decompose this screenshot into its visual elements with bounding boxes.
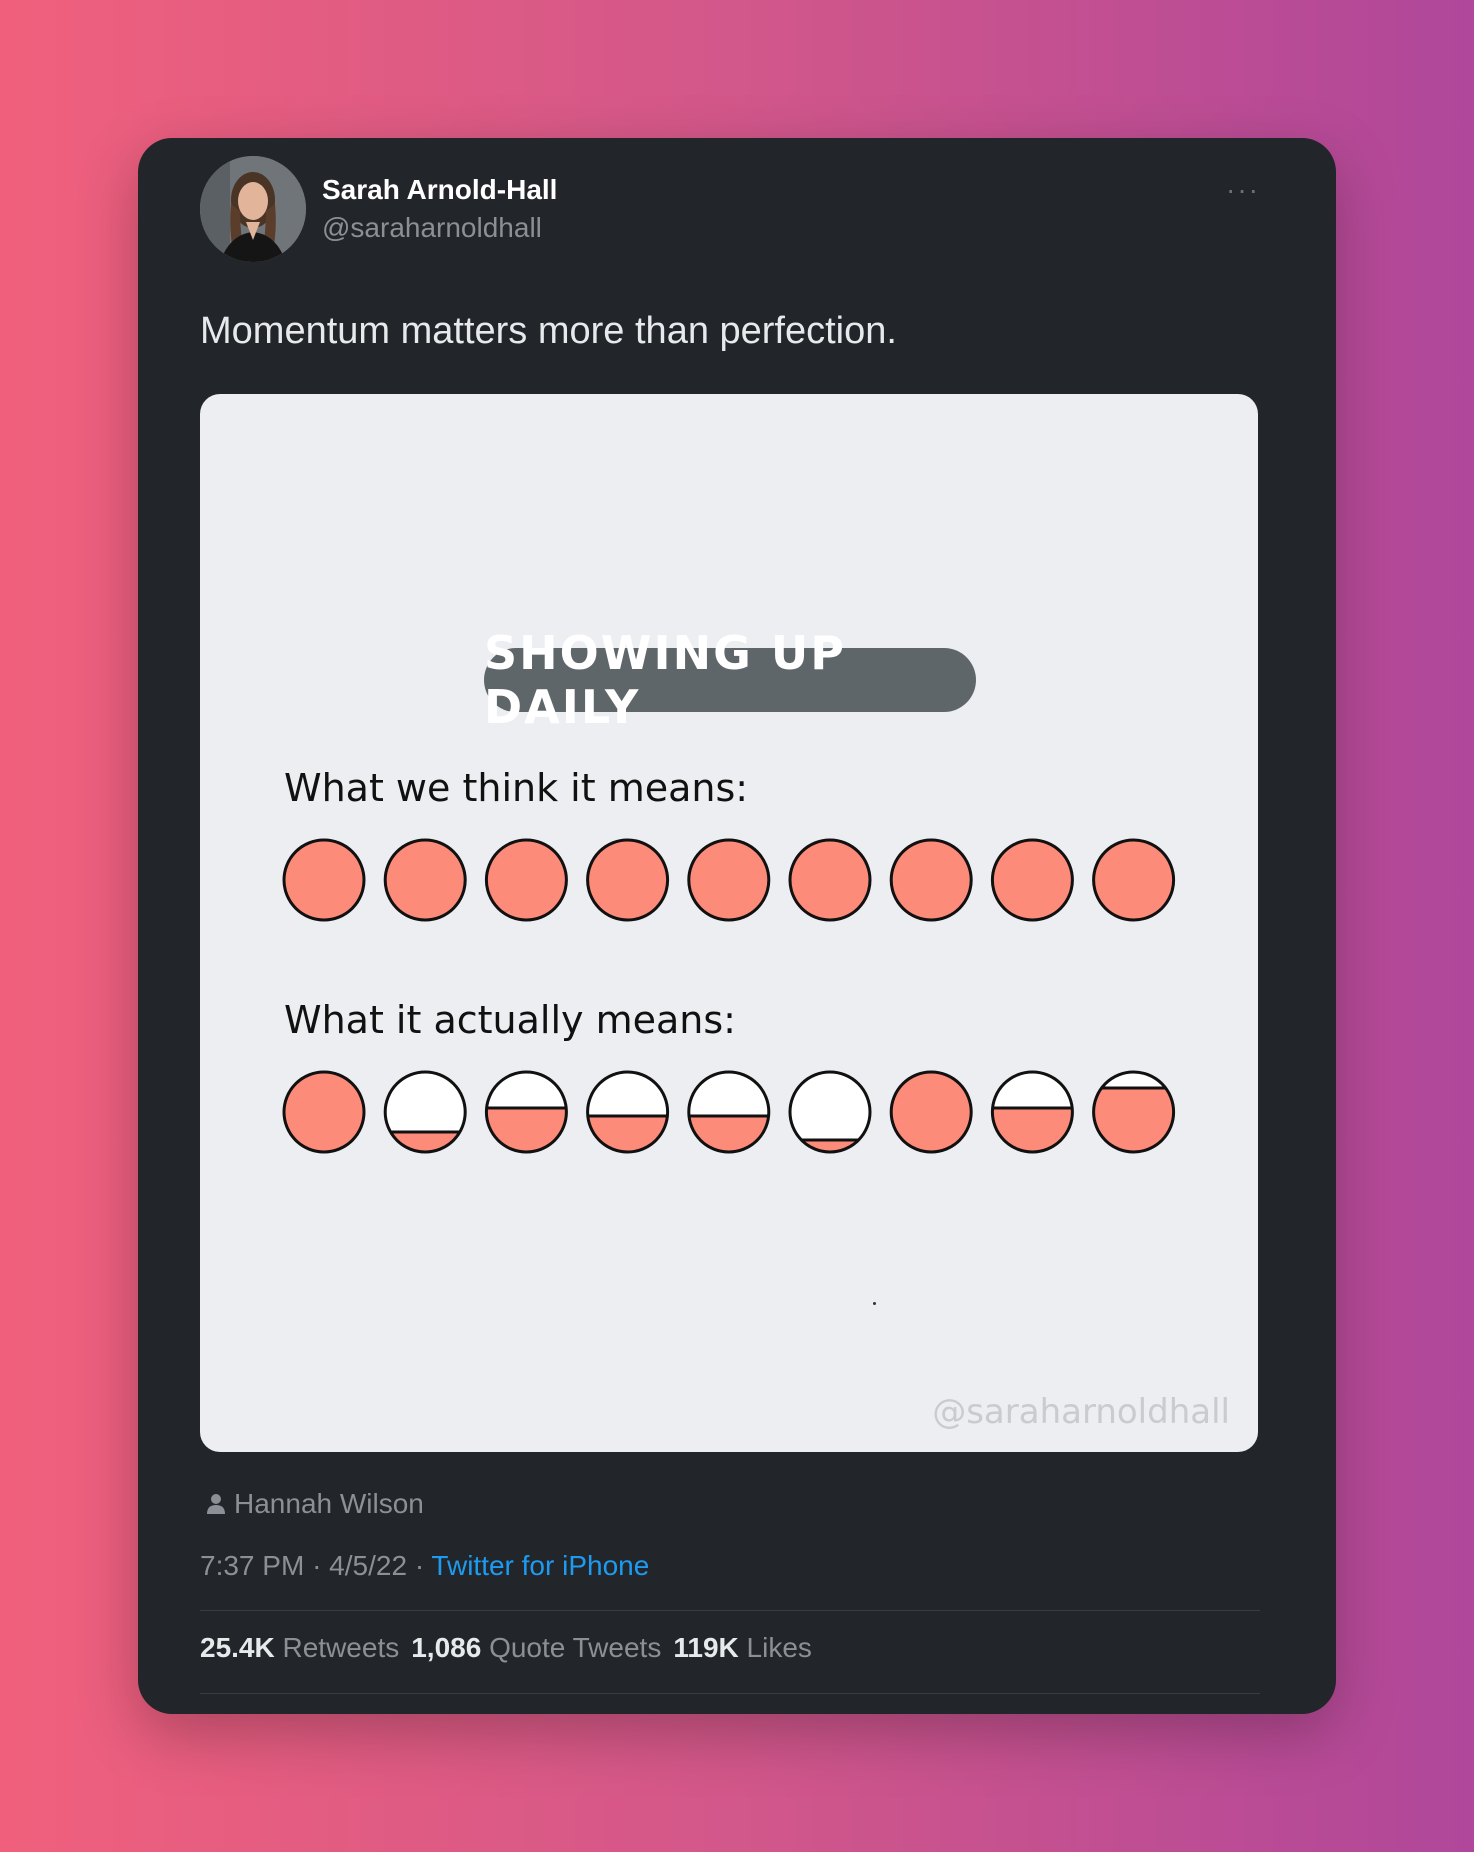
author-handle[interactable]: @saraharnoldhall <box>322 212 542 244</box>
tweet-text: Momentum matters more than perfection. <box>200 310 897 352</box>
divider <box>200 1693 1260 1694</box>
row2-circle <box>889 1070 973 1154</box>
person-icon <box>207 1494 225 1514</box>
row2-circle <box>990 1070 1074 1154</box>
row2-circle <box>788 1070 872 1154</box>
avatar-image <box>200 156 306 262</box>
meta-separator: · <box>414 1550 425 1581</box>
meta-separator: · <box>312 1550 322 1581</box>
tweet-date[interactable]: 4/5/22 <box>329 1550 407 1581</box>
row2-circle <box>383 1070 467 1154</box>
quote-tweets-stat[interactable]: 1,086 Quote Tweets <box>411 1632 661 1664</box>
row1-circle <box>282 838 366 922</box>
tweet-image[interactable]: SHOWING UP DAILY What we think it means:… <box>200 394 1258 1452</box>
row1-circle <box>788 838 872 922</box>
row2-circle <box>687 1070 771 1154</box>
illustration-title: SHOWING UP DAILY <box>484 626 976 734</box>
row1-circle <box>687 838 771 922</box>
circles-illustration <box>282 838 1176 1154</box>
row2-circle <box>282 1070 366 1154</box>
retweets-stat[interactable]: 25.4K Retweets <box>200 1632 399 1664</box>
tweet-card: Sarah Arnold-Hall @saraharnoldhall ··· M… <box>138 138 1336 1714</box>
tweet-stats: 25.4K Retweets 1,086 Quote Tweets 119K L… <box>200 1632 812 1664</box>
row1-circle <box>1092 838 1176 922</box>
tweet-source[interactable]: Twitter for iPhone <box>431 1550 649 1581</box>
row2-circle <box>586 1070 670 1154</box>
tagged-user[interactable]: Hannah Wilson <box>206 1488 424 1520</box>
row1-circle <box>484 838 568 922</box>
row1-label: What we think it means: <box>284 766 749 810</box>
row2-circle <box>1092 1070 1176 1154</box>
tagged-user-name: Hannah Wilson <box>234 1488 424 1519</box>
author-name[interactable]: Sarah Arnold-Hall <box>322 174 557 206</box>
divider <box>200 1610 1260 1611</box>
row1-circle <box>586 838 670 922</box>
tweet-meta: 7:37 PM · 4/5/22 · Twitter for iPhone <box>200 1550 649 1582</box>
row2-circle <box>484 1070 568 1154</box>
row1-circle <box>889 838 973 922</box>
stray-dot <box>873 1302 876 1305</box>
illustration-watermark: @saraharnoldhall <box>932 1392 1230 1432</box>
avatar[interactable] <box>200 156 306 262</box>
row1-circle <box>990 838 1074 922</box>
likes-stat[interactable]: 119K Likes <box>673 1632 812 1664</box>
tweet-time[interactable]: 7:37 PM <box>200 1550 304 1581</box>
row1-circle <box>383 838 467 922</box>
more-icon[interactable]: ··· <box>1226 174 1260 206</box>
row2-label: What it actually means: <box>284 998 736 1042</box>
